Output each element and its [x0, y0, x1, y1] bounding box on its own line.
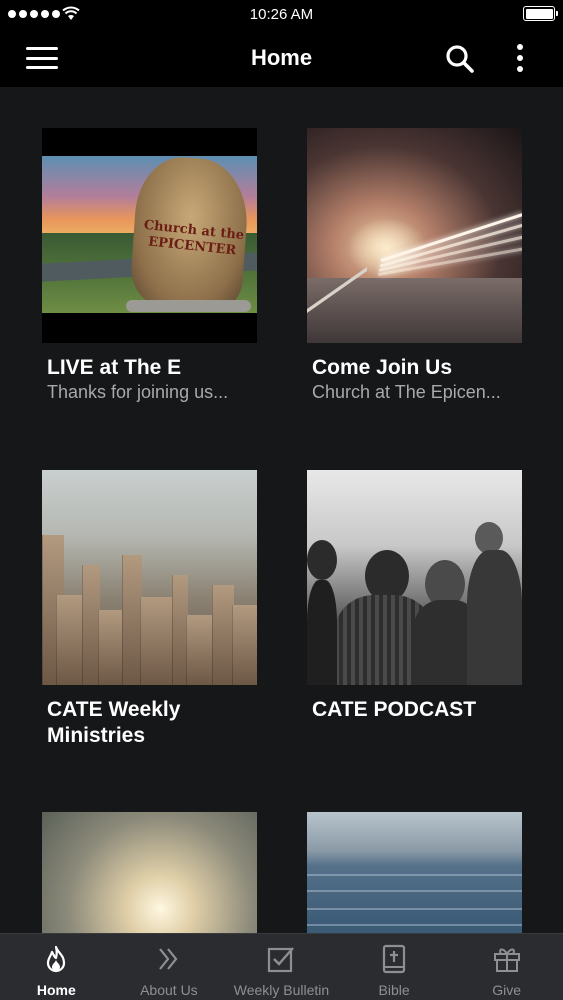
page-title: Home	[250, 45, 313, 70]
tile-title: Come Join Us	[312, 356, 453, 379]
tile-thumbnail	[307, 470, 522, 685]
tile-thumbnail	[42, 470, 257, 685]
tile-cate-weekly-ministries[interactable]: CATE Weekly Ministries	[42, 470, 257, 749]
search-icon[interactable]	[444, 43, 476, 75]
tab-label: Give	[492, 982, 522, 998]
tile-thumbnail	[42, 812, 257, 933]
tab-weekly-bulletin[interactable]: Weekly Bulletin	[225, 934, 338, 1000]
gift-icon	[493, 948, 520, 972]
tile-live-at-the-e[interactable]: Church at the EPICENTER LIVE at The E Tha…	[42, 128, 257, 404]
more-options-icon[interactable]	[508, 42, 532, 74]
tile-subtitle: Church at The Epicen...	[312, 382, 501, 402]
tile-thumbnail	[307, 128, 522, 343]
checkbox-icon	[268, 947, 295, 973]
app-header: Home	[0, 30, 563, 87]
flame-icon	[47, 945, 66, 973]
tab-label: About Us	[140, 982, 198, 998]
bible-icon	[382, 944, 406, 974]
tile-title: CATE PODCAST	[312, 698, 477, 721]
tab-label: Weekly Bulletin	[233, 982, 330, 998]
tab-about-us[interactable]: About Us	[113, 934, 226, 1000]
tab-home[interactable]: Home	[0, 934, 113, 1000]
tile-title: LIVE at The E	[47, 356, 182, 379]
status-bar: 10:26 AM	[0, 0, 563, 30]
tile-come-join-us[interactable]: Come Join Us Church at The Epicen...	[307, 128, 522, 404]
tile-subtitle: Thanks for joining us...	[47, 382, 229, 402]
double-chevron-right-icon	[159, 948, 178, 970]
battery-icon	[523, 6, 558, 21]
tab-label: Bible	[378, 982, 410, 998]
bottom-tab-bar: Home About Us Weekly Bulletin Bible Give	[0, 933, 563, 1000]
status-time: 10:26 AM	[249, 6, 314, 23]
tile-cate-podcast[interactable]: CATE PODCAST	[307, 470, 522, 723]
tab-bible[interactable]: Bible	[338, 934, 451, 1000]
tile-thumbnail	[307, 812, 522, 933]
tile-sea[interactable]	[307, 812, 522, 933]
tab-label: Home	[36, 982, 76, 998]
home-grid: Church at the EPICENTER LIVE at The E Tha…	[0, 87, 563, 933]
tile-title: CATE Weekly Ministries	[47, 698, 181, 747]
tab-give[interactable]: Give	[450, 934, 563, 1000]
tile-thumbnail: Church at the EPICENTER	[42, 128, 257, 343]
tile-clouds[interactable]	[42, 812, 257, 933]
